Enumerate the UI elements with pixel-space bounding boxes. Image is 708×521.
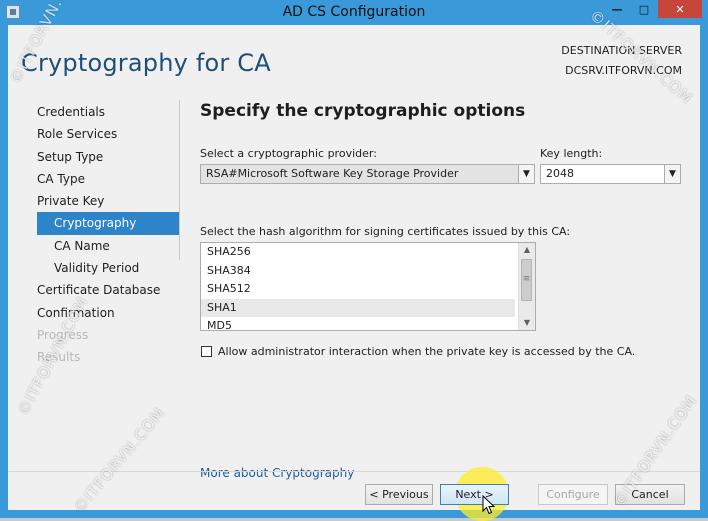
provider-dropdown[interactable]: RSA#Microsoft Software Key Storage Provi… [200, 164, 535, 184]
previous-button[interactable]: < Previous [365, 484, 433, 505]
hash-option-sha1[interactable]: SHA1 [201, 298, 515, 317]
nav-divider [179, 100, 180, 260]
nav-item-cryptography[interactable]: Cryptography [37, 212, 179, 235]
maximize-button[interactable]: □ [631, 0, 657, 18]
configure-button: Configure [538, 484, 608, 505]
scroll-thumb[interactable]: ≡ [521, 259, 532, 301]
window-controls: — □ ✕ [603, 0, 702, 20]
provider-label: Select a cryptographic provider: [200, 147, 377, 160]
key-length-value: 2048 [546, 167, 574, 180]
chevron-down-icon[interactable]: ▼ [518, 165, 534, 183]
page-title: Cryptography for CA [21, 49, 271, 77]
scroll-up-icon[interactable]: ▲ [519, 243, 535, 257]
next-button[interactable]: Next > [440, 484, 509, 505]
key-length-label: Key length: [540, 147, 603, 160]
nav-item-setup-type[interactable]: Setup Type [37, 146, 179, 168]
hash-algorithm-list[interactable]: SHA256 SHA384 SHA512 SHA1 MD5 ▲ ≡ ▼ [200, 242, 536, 331]
ad-cs-configuration-window: AD CS Configuration — □ ✕ Cryptography f… [0, 0, 708, 521]
nav-item-validity-period[interactable]: Validity Period [37, 257, 179, 279]
hash-option-md5[interactable]: MD5 [201, 317, 515, 330]
nav-item-ca-type[interactable]: CA Type [37, 168, 179, 190]
mouse-pointer-icon [482, 495, 496, 515]
admin-interaction-option[interactable]: Allow administrator interaction when the… [201, 345, 635, 358]
hash-option-sha512[interactable]: SHA512 [201, 280, 515, 299]
list-scrollbar[interactable]: ▲ ≡ ▼ [518, 243, 535, 330]
more-about-cryptography-link[interactable]: More about Cryptography [200, 466, 354, 480]
nav-item-role-services[interactable]: Role Services [37, 123, 179, 145]
nav-item-credentials[interactable]: Credentials [37, 101, 179, 123]
section-heading: Specify the cryptographic options [200, 101, 526, 121]
chevron-down-icon[interactable]: ▼ [664, 165, 680, 183]
wizard-client-area: Cryptography for CA DESTINATION SERVER D… [8, 25, 700, 521]
hash-option-sha256[interactable]: SHA256 [201, 243, 515, 262]
hash-option-sha384[interactable]: SHA384 [201, 262, 515, 281]
provider-value: RSA#Microsoft Software Key Storage Provi… [206, 167, 459, 180]
close-button[interactable]: ✕ [658, 0, 702, 18]
scroll-down-icon[interactable]: ▼ [519, 316, 535, 330]
nav-item-ca-name[interactable]: CA Name [37, 235, 179, 257]
key-length-dropdown[interactable]: 2048 ▼ [540, 164, 681, 184]
nav-item-certificate-database[interactable]: Certificate Database [37, 279, 179, 301]
admin-interaction-checkbox[interactable] [201, 346, 212, 357]
nav-item-confirmation[interactable]: Confirmation [37, 302, 179, 324]
nav-item-private-key[interactable]: Private Key [37, 190, 179, 212]
admin-interaction-label: Allow administrator interaction when the… [218, 345, 636, 358]
hash-algorithm-label: Select the hash algorithm for signing ce… [200, 225, 571, 238]
